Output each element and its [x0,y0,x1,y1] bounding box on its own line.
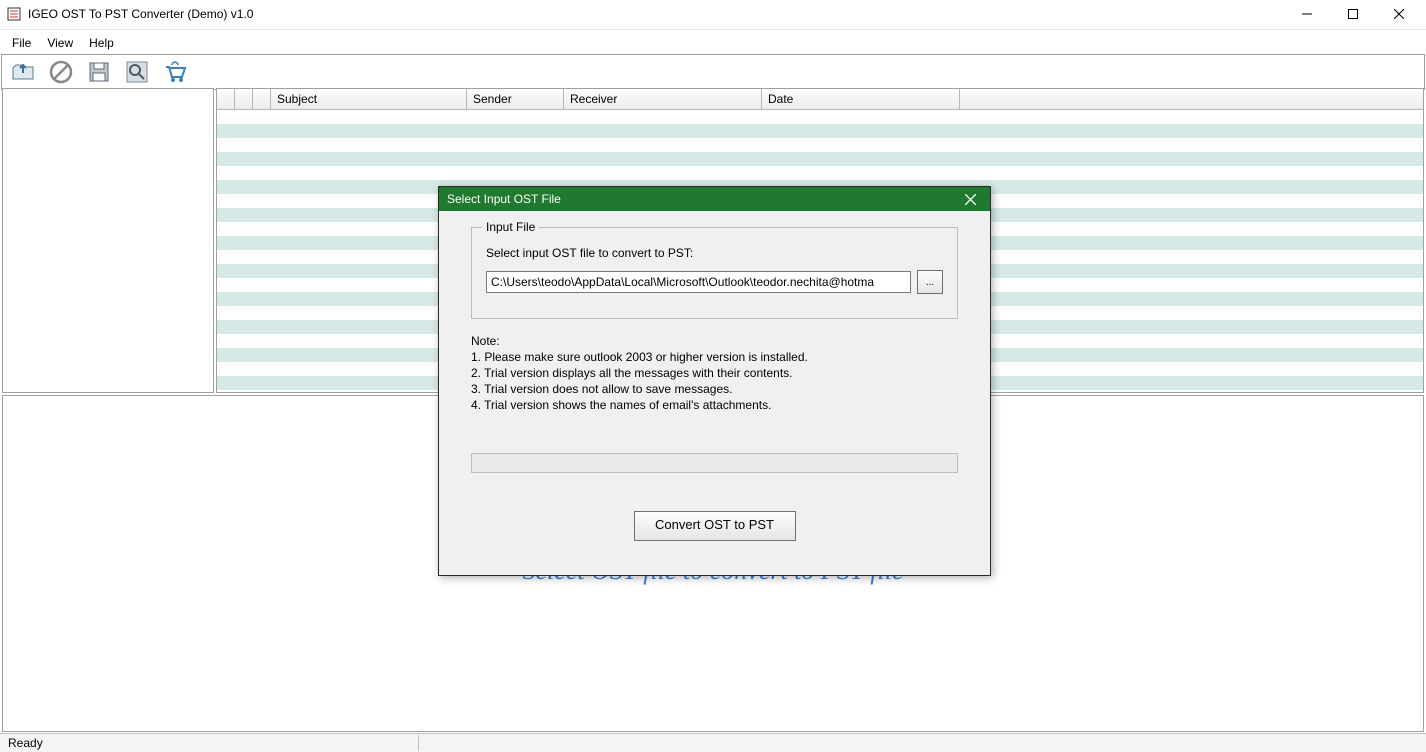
stop-button[interactable] [43,57,79,87]
grid-col-blank1[interactable] [217,89,235,109]
folder-tree-pane[interactable] [2,88,214,393]
note-header: Note: [471,333,958,349]
toolbar [1,54,1425,90]
search-button[interactable] [119,57,155,87]
note-line-2: 2. Trial version displays all the messag… [471,365,958,381]
convert-button[interactable]: Convert OST to PST [634,511,796,541]
grid-col-subject[interactable]: Subject [271,89,467,109]
grid-col-sender[interactable]: Sender [467,89,564,109]
menu-file[interactable]: File [4,34,39,52]
grid-col-date[interactable]: Date [762,89,960,109]
dialog-title-text: Select Input OST File [447,192,950,206]
ost-path-input[interactable] [486,271,911,293]
grid-header: Subject Sender Receiver Date [217,89,1423,110]
menubar: File View Help [0,29,1426,54]
dialog-titlebar[interactable]: Select Input OST File [439,187,990,211]
input-file-fieldset: Input File Select input OST file to conv… [471,227,958,319]
window-minimize-button[interactable] [1284,0,1330,28]
menu-view[interactable]: View [39,34,81,52]
app-icon [6,6,22,22]
grid-col-blank3[interactable] [253,89,271,109]
note-line-1: 1. Please make sure outlook 2003 or high… [471,349,958,365]
statusbar: Ready [0,733,1426,752]
window-close-button[interactable] [1376,0,1422,28]
select-input-label: Select input OST file to convert to PST: [486,246,943,260]
fieldset-legend: Input File [482,220,539,234]
window-title: IGEO OST To PST Converter (Demo) v1.0 [28,7,1284,21]
note-line-3: 3. Trial version does not allow to save … [471,381,958,397]
save-button[interactable] [81,57,117,87]
note-line-4: 4. Trial version shows the names of emai… [471,397,958,413]
menu-help[interactable]: Help [81,34,122,52]
grid-col-blank2[interactable] [235,89,253,109]
open-button[interactable] [5,57,41,87]
grid-col-receiver[interactable]: Receiver [564,89,762,109]
dialog-close-button[interactable] [950,187,990,211]
select-input-dialog: Select Input OST File Input File Select … [438,186,991,576]
notes-block: Note: 1. Please make sure outlook 2003 o… [471,333,958,413]
window-maximize-button[interactable] [1330,0,1376,28]
grid-col-filler [960,89,1423,109]
status-filler [419,735,1422,751]
status-ready: Ready [4,735,419,751]
purchase-button[interactable] [157,57,193,87]
browse-button[interactable]: ... [917,270,943,294]
progress-bar [471,453,958,473]
window-titlebar: IGEO OST To PST Converter (Demo) v1.0 [0,0,1426,29]
